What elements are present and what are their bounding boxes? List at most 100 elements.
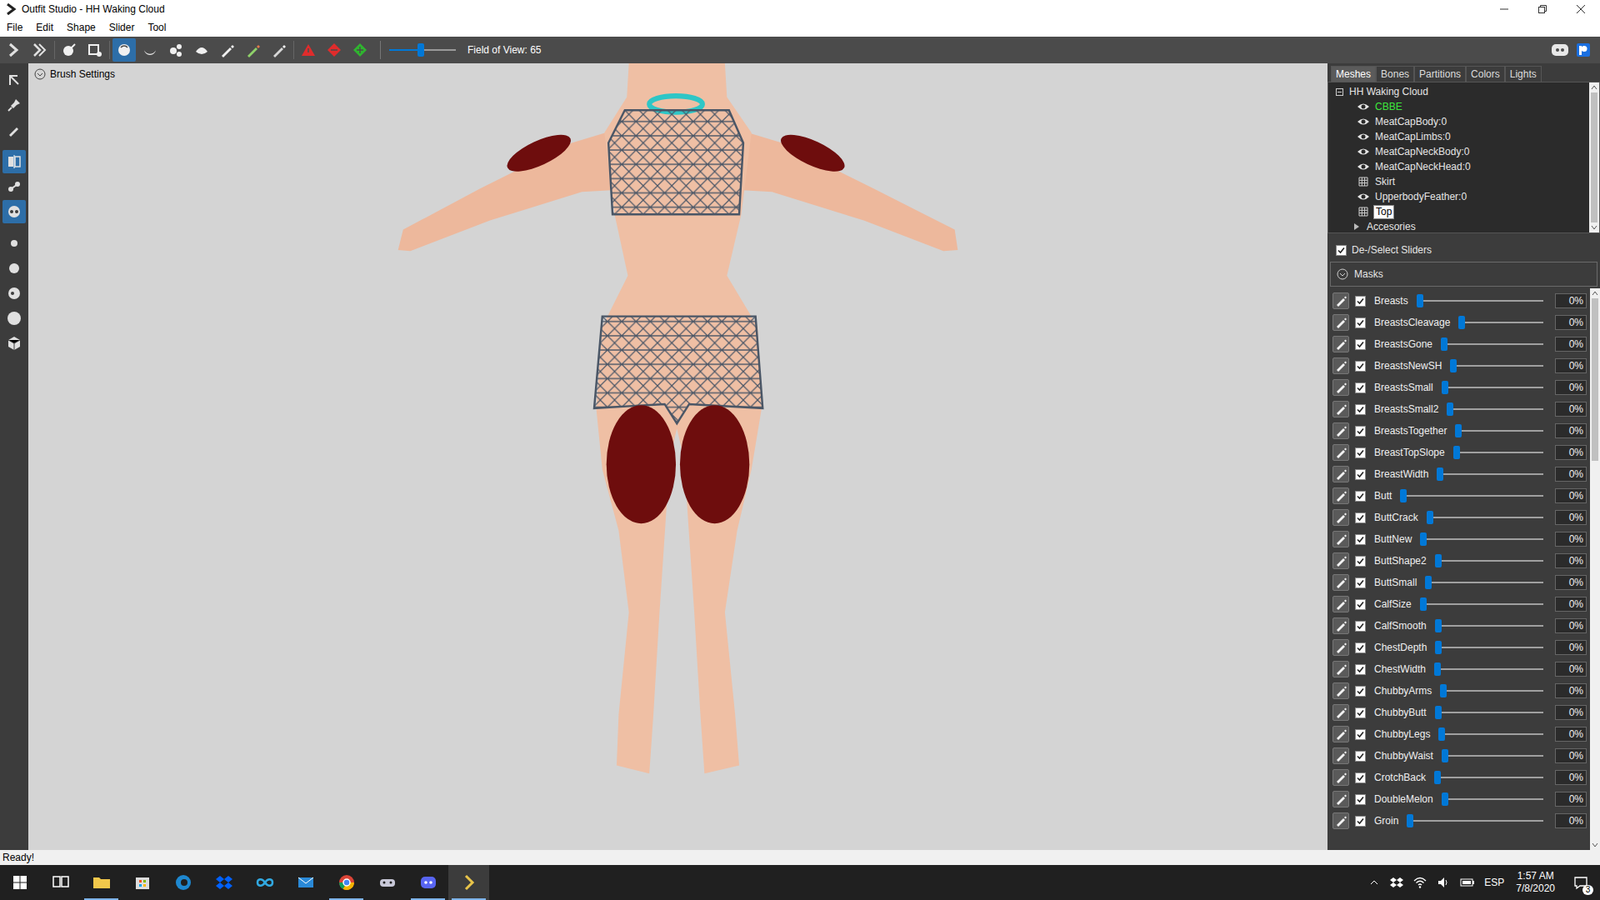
slider-checkbox[interactable] bbox=[1355, 577, 1366, 589]
chrome-icon[interactable] bbox=[336, 872, 357, 893]
slider-track[interactable] bbox=[1453, 359, 1544, 373]
slider-knob[interactable] bbox=[1425, 575, 1432, 590]
menu-item[interactable]: Slider bbox=[102, 18, 142, 37]
slider-track[interactable] bbox=[1438, 640, 1544, 655]
slider-checkbox[interactable] bbox=[1355, 794, 1366, 805]
edit-pencil-icon[interactable] bbox=[1332, 617, 1350, 635]
slider-knob[interactable] bbox=[1435, 705, 1442, 720]
patreon-icon[interactable] bbox=[1571, 38, 1595, 62]
edit-pencil-icon[interactable] bbox=[1332, 530, 1350, 548]
clock[interactable]: 1:57 AM7/8/2020 bbox=[1512, 870, 1559, 895]
edit-pencil-icon[interactable] bbox=[1332, 682, 1350, 700]
edit-pencil-icon[interactable] bbox=[1332, 509, 1350, 526]
edge-icon[interactable] bbox=[173, 872, 194, 893]
slider-track[interactable] bbox=[1450, 402, 1544, 416]
slider-reading[interactable]: 0% bbox=[1555, 380, 1587, 395]
wifi-icon[interactable] bbox=[1412, 875, 1428, 890]
slider-track[interactable] bbox=[1420, 294, 1544, 308]
panel-tab[interactable]: Bones bbox=[1375, 65, 1415, 82]
connected-tool-icon[interactable] bbox=[2, 175, 26, 199]
edit-pencil-icon[interactable] bbox=[1332, 725, 1350, 743]
slider-track[interactable] bbox=[1445, 380, 1544, 395]
slider-checkbox[interactable] bbox=[1355, 469, 1366, 480]
slider-knob[interactable] bbox=[1441, 792, 1449, 806]
slider-track[interactable] bbox=[1444, 337, 1544, 351]
slider-checkbox[interactable] bbox=[1355, 447, 1366, 459]
slider-knob[interactable] bbox=[1453, 445, 1460, 460]
battery-icon[interactable] bbox=[1459, 875, 1476, 890]
tree-item[interactable]: MeatCapNeckHead:0 bbox=[1328, 159, 1590, 175]
scroll-down-icon[interactable] bbox=[1590, 224, 1599, 231]
slider-track[interactable] bbox=[1440, 467, 1544, 481]
slider-reading[interactable]: 0% bbox=[1555, 596, 1587, 612]
slider-checkbox[interactable] bbox=[1355, 339, 1366, 350]
slider-reading[interactable]: 0% bbox=[1555, 640, 1587, 655]
slider-checkbox[interactable] bbox=[1355, 772, 1366, 784]
slider-checkbox[interactable] bbox=[1355, 685, 1366, 697]
slider-knob[interactable] bbox=[1400, 489, 1407, 503]
pen-tool-icon[interactable] bbox=[2, 118, 26, 142]
store-icon[interactable] bbox=[132, 872, 153, 893]
brush-tool-icon[interactable] bbox=[57, 38, 81, 62]
slider-knob[interactable] bbox=[1441, 380, 1449, 395]
edit-pencil-icon[interactable] bbox=[1332, 747, 1350, 765]
discord-icon[interactable] bbox=[418, 872, 439, 893]
slider-checkbox[interactable] bbox=[1355, 555, 1366, 567]
edit-pencil-icon[interactable] bbox=[1332, 400, 1350, 418]
slider-checkbox[interactable] bbox=[1355, 729, 1366, 740]
eye-icon[interactable] bbox=[1356, 100, 1370, 113]
slider-scrollbar[interactable] bbox=[1590, 288, 1600, 850]
slider-track[interactable] bbox=[1443, 684, 1544, 698]
slider-knob[interactable] bbox=[1416, 294, 1424, 308]
slider-checkbox[interactable] bbox=[1355, 534, 1366, 545]
language-indicator[interactable]: ESP bbox=[1484, 875, 1505, 890]
taskbar-app[interactable] bbox=[80, 865, 122, 900]
eye-icon[interactable] bbox=[1356, 160, 1370, 173]
slider-track[interactable] bbox=[1403, 489, 1544, 503]
discord-icon[interactable] bbox=[1548, 38, 1572, 62]
slider-checkbox[interactable] bbox=[1355, 815, 1366, 827]
pen-tool-icon[interactable] bbox=[215, 38, 240, 62]
model-render[interactable] bbox=[28, 63, 1328, 850]
panel-tab[interactable]: Partitions bbox=[1414, 65, 1466, 82]
slider-reading[interactable]: 0% bbox=[1555, 401, 1587, 417]
slider-checkbox[interactable] bbox=[1355, 425, 1366, 437]
slider-checkbox[interactable] bbox=[1355, 750, 1366, 762]
slider-reading[interactable]: 0% bbox=[1555, 770, 1587, 785]
collapse-icon[interactable] bbox=[33, 67, 47, 81]
slider-checkbox[interactable] bbox=[1355, 295, 1366, 307]
slider-track[interactable] bbox=[1438, 554, 1544, 568]
dropbox-tray-icon[interactable] bbox=[1389, 875, 1405, 890]
move-tool-icon[interactable] bbox=[164, 38, 188, 62]
scroll-up-icon[interactable] bbox=[1590, 290, 1600, 297]
slider-track[interactable] bbox=[1428, 575, 1544, 590]
slider-knob[interactable] bbox=[1435, 619, 1442, 633]
circle-xl-tool-icon[interactable] bbox=[2, 306, 26, 330]
edit-pencil-icon[interactable] bbox=[1332, 422, 1350, 440]
menu-item[interactable]: Shape bbox=[60, 18, 103, 37]
slider-track[interactable] bbox=[1437, 662, 1544, 676]
edit-pencil-icon[interactable] bbox=[1332, 379, 1350, 396]
edit-pencil-icon[interactable] bbox=[1332, 704, 1350, 721]
edit-pencil-icon[interactable] bbox=[1332, 335, 1350, 353]
slider-reading[interactable]: 0% bbox=[1555, 336, 1587, 352]
edit-pencil-icon[interactable] bbox=[1332, 357, 1350, 375]
edit-pencil-icon[interactable] bbox=[1332, 660, 1350, 678]
minus-tool-icon[interactable] bbox=[322, 38, 346, 62]
scroll-down-icon[interactable] bbox=[1590, 841, 1600, 849]
arrow-tool-icon[interactable] bbox=[2, 68, 26, 92]
slider-checkbox[interactable] bbox=[1355, 490, 1366, 502]
circle-l-tool-icon[interactable] bbox=[2, 281, 26, 305]
slider-reading[interactable]: 0% bbox=[1555, 726, 1587, 742]
slider-knob[interactable] bbox=[1441, 749, 1449, 763]
menu-item[interactable]: Tool bbox=[140, 18, 173, 37]
edit-pencil-icon[interactable] bbox=[1332, 790, 1350, 808]
panel-tab[interactable]: Meshes bbox=[1330, 65, 1376, 82]
slider-knob[interactable] bbox=[1440, 337, 1448, 351]
slider-reading[interactable]: 0% bbox=[1555, 748, 1587, 764]
edit-pencil-icon[interactable] bbox=[1332, 595, 1350, 613]
show-hidden-icon[interactable] bbox=[1367, 875, 1381, 890]
viewport[interactable]: Brush Settings bbox=[28, 63, 1328, 850]
eye-icon[interactable] bbox=[1356, 190, 1370, 203]
slider-track[interactable] bbox=[1438, 619, 1544, 633]
